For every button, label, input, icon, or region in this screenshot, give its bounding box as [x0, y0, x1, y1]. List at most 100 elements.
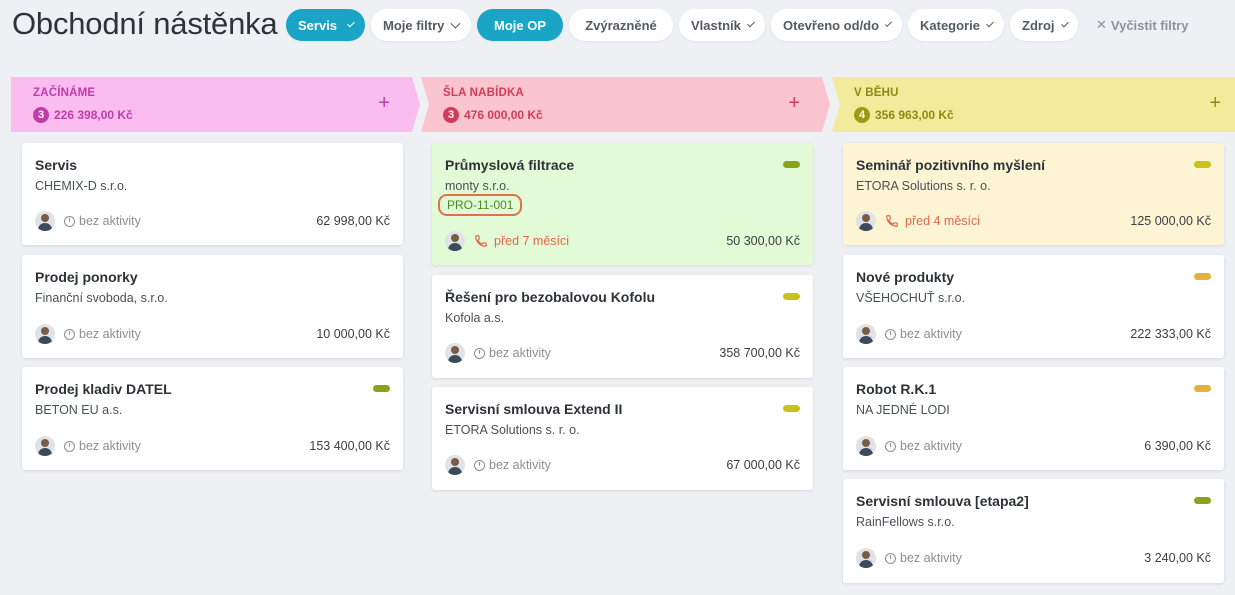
activity-status: bez aktivity	[64, 327, 141, 341]
deal-amount: 153 400,00 Kč	[309, 439, 390, 453]
activity-status: bez aktivity	[474, 458, 551, 472]
activity-status: bez aktivity	[885, 327, 962, 341]
phone-icon	[475, 235, 487, 247]
column-total: 356 963,00 Kč	[875, 108, 954, 122]
deal-company: RainFellows s.r.o.	[856, 515, 955, 529]
clock-icon	[64, 328, 75, 340]
clock-icon	[885, 440, 896, 452]
deal-card[interactable]: Servisní smlouva Extend II ETORA Solutio…	[432, 387, 813, 490]
column-header-shape	[11, 77, 420, 132]
avatar[interactable]	[35, 211, 55, 231]
activity-status: bez aktivity	[474, 346, 551, 360]
deal-footer: bez aktivity 3 240,00 Kč	[856, 547, 1211, 569]
tag-indicator	[1194, 497, 1211, 504]
avatar[interactable]	[856, 211, 876, 231]
column-header-shape	[832, 77, 1235, 132]
deal-card[interactable]: Prodej ponorky Finanční svoboda, s.r.o. …	[22, 255, 403, 358]
column-total: 476 000,00 Kč	[464, 108, 543, 122]
deal-card[interactable]: Průmyslová filtrace monty s.r.o. PRO-11-…	[432, 143, 813, 265]
chevron-down-icon	[746, 19, 755, 27]
deal-title: Řešení pro bezobalovou Kofolu	[445, 289, 656, 305]
filter-label: Zvýrazněné	[585, 17, 657, 33]
filter-label: Zdroj	[1022, 17, 1055, 33]
activity-status: bez aktivity	[64, 439, 141, 453]
deal-card[interactable]: Servisní smlouva [etapa2] RainFellows s.…	[843, 479, 1224, 583]
deal-title: Prodej ponorky	[35, 269, 138, 285]
add-card-button[interactable]: +	[378, 93, 390, 113]
activity-status: před 4 měsíci	[885, 214, 980, 228]
deal-amount: 125 000,00 Kč	[1130, 214, 1211, 228]
deal-title: Průmyslová filtrace	[445, 157, 575, 173]
column-title: ZAČÍNÁME	[33, 87, 96, 99]
deal-card[interactable]: Servis CHEMIX-D s.r.o. bez aktivity 62 9…	[22, 143, 403, 245]
chevron-down-icon	[347, 19, 355, 27]
deal-company: BETON EU a.s.	[35, 403, 123, 417]
filter-label: Kategorie	[920, 17, 980, 33]
activity-status: bez aktivity	[64, 214, 141, 228]
tag-indicator	[1194, 385, 1211, 392]
avatar[interactable]	[35, 324, 55, 344]
deal-footer: před 7 měsíci 50 300,00 Kč	[445, 230, 800, 252]
activity-label: bez aktivity	[900, 439, 962, 453]
filter-zdroj-dropdown[interactable]: Zdroj	[1010, 9, 1078, 41]
activity-label: bez aktivity	[900, 327, 962, 341]
tag-indicator	[373, 385, 390, 392]
activity-label: před 4 měsíci	[905, 214, 981, 228]
deal-card[interactable]: Robot R.K.1 NA JEDNÉ LODI bez aktivity 6…	[843, 367, 1224, 470]
deal-amount: 10 000,00 Kč	[316, 327, 390, 341]
page-header: Obchodní nástěnka Servis Moje filtry Moj…	[0, 0, 1235, 52]
filter-label: Moje OP	[493, 17, 546, 33]
activity-label: bez aktivity	[79, 327, 141, 341]
activity-status: bez aktivity	[885, 551, 962, 565]
deal-amount: 50 300,00 Kč	[726, 234, 800, 248]
column-title: ŠLA NABÍDKA	[443, 87, 524, 99]
add-card-button[interactable]: +	[788, 93, 800, 113]
clear-filters-button[interactable]: ✕ Vyčistit filtry	[1096, 17, 1188, 33]
deal-card[interactable]: Prodej kladiv DATEL BETON EU a.s. bez ak…	[22, 367, 403, 470]
deal-footer: bez aktivity 358 700,00 Kč	[445, 342, 800, 364]
filter-moje-op-button[interactable]: Moje OP	[477, 9, 563, 41]
tag-indicator	[1194, 161, 1211, 168]
clear-filters-label: Vyčistit filtry	[1110, 17, 1189, 33]
avatar[interactable]	[856, 548, 876, 568]
filter-servis-dropdown[interactable]: Servis	[286, 9, 365, 41]
column-summary: 3 226 398,00 Kč	[33, 107, 133, 123]
filter-bar: Servis Moje filtry Moje OP Zvýrazněné Vl…	[286, 9, 1188, 41]
deal-amount: 3 240,00 Kč	[1144, 551, 1211, 565]
avatar[interactable]	[445, 231, 465, 251]
deal-card[interactable]: Řešení pro bezobalovou Kofolu Kofola a.s…	[432, 275, 813, 378]
close-icon: ✕	[1096, 17, 1107, 32]
column-summary: 3 476 000,00 Kč	[443, 107, 543, 123]
filter-otevreno-dropdown[interactable]: Otevřeno od/do	[771, 9, 902, 41]
deal-footer: bez aktivity 222 333,00 Kč	[856, 323, 1211, 345]
tag-indicator	[783, 161, 800, 168]
deal-card[interactable]: Seminář pozitivního myšlení ETORA Soluti…	[843, 143, 1224, 245]
deal-card[interactable]: Nové produkty VŠEHOCHUŤ s.r.o. bez aktiv…	[843, 255, 1224, 358]
column-header: ZAČÍNÁME 3 226 398,00 Kč +	[11, 77, 420, 132]
tag-indicator	[1194, 273, 1211, 280]
filter-zvyraznene-button[interactable]: Zvýrazněné	[569, 9, 673, 41]
activity-label: bez aktivity	[489, 458, 551, 472]
add-card-button[interactable]: +	[1209, 93, 1221, 113]
filter-kategorie-dropdown[interactable]: Kategorie	[908, 9, 1004, 41]
avatar[interactable]	[445, 455, 465, 475]
avatar[interactable]	[856, 436, 876, 456]
filter-vlastnik-dropdown[interactable]: Vlastník	[679, 9, 765, 41]
filter-label: Servis	[298, 17, 338, 33]
deal-company: CHEMIX-D s.r.o.	[35, 179, 128, 193]
deal-company: NA JEDNÉ LODI	[856, 403, 950, 417]
chevron-down-icon	[986, 19, 994, 27]
avatar[interactable]	[445, 343, 465, 363]
clock-icon	[474, 347, 485, 359]
filter-moje-filtry-dropdown[interactable]: Moje filtry	[371, 9, 471, 41]
filter-label: Vlastník	[691, 17, 741, 33]
deal-amount: 67 000,00 Kč	[726, 458, 800, 472]
activity-label: bez aktivity	[900, 551, 962, 565]
avatar[interactable]	[35, 436, 55, 456]
deal-footer: bez aktivity 67 000,00 Kč	[445, 454, 800, 476]
column-sla-nabidka: ŠLA NABÍDKA 3 476 000,00 Kč + Průmyslová…	[421, 77, 830, 490]
avatar[interactable]	[856, 324, 876, 344]
activity-label: před 7 měsíci	[494, 234, 570, 248]
deal-title: Servisní smlouva [etapa2]	[856, 493, 1029, 509]
deal-title: Prodej kladiv DATEL	[35, 381, 172, 397]
